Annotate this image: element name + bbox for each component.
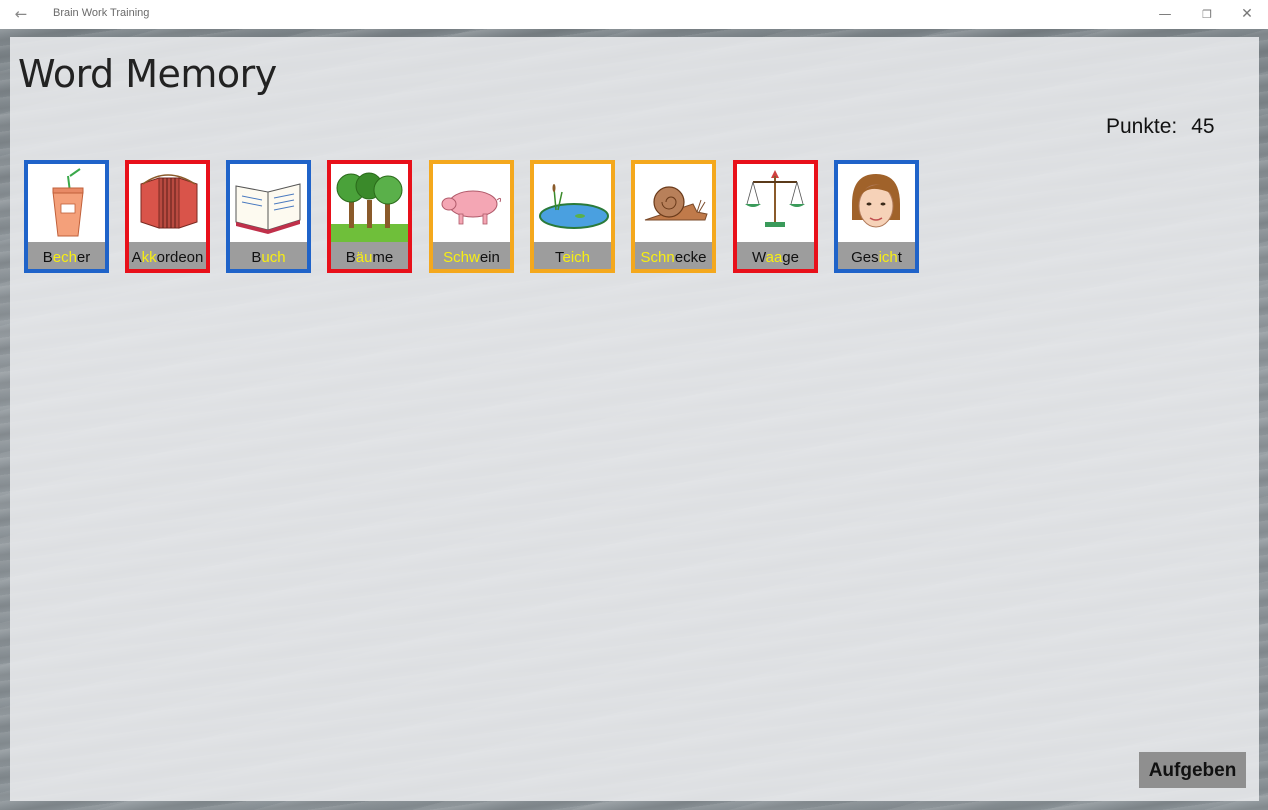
word-card-buch[interactable]: Buch bbox=[226, 160, 311, 273]
word-card-teich[interactable]: Teich bbox=[530, 160, 615, 273]
book-icon bbox=[230, 164, 307, 242]
word-card-akkordeon[interactable]: Akkordeon bbox=[125, 160, 210, 273]
scale-icon bbox=[737, 164, 814, 242]
accordion-icon bbox=[129, 164, 206, 242]
title-bar: ← Brain Work Training — ❐ ✕ bbox=[0, 0, 1268, 29]
score-label: Punkte: bbox=[1106, 115, 1178, 138]
give-up-button[interactable]: Aufgeben bbox=[1139, 752, 1246, 788]
card-label: Becher bbox=[28, 242, 105, 269]
card-label: Schwein bbox=[433, 242, 510, 269]
score-value: 45 bbox=[1191, 115, 1215, 138]
back-arrow-icon[interactable]: ← bbox=[10, 4, 32, 24]
card-label: Teich bbox=[534, 242, 611, 269]
card-label: Bäume bbox=[331, 242, 408, 269]
pond-icon bbox=[534, 164, 611, 242]
word-card-becher[interactable]: Becher bbox=[24, 160, 109, 273]
face-icon bbox=[838, 164, 915, 242]
card-label: Akkordeon bbox=[129, 242, 206, 269]
word-card-gesicht[interactable]: Gesicht bbox=[834, 160, 919, 273]
word-card-waage[interactable]: Waage bbox=[733, 160, 818, 273]
score-display: Punkte: 45 bbox=[1106, 115, 1215, 139]
word-card-baeume[interactable]: Bäume bbox=[327, 160, 412, 273]
card-label: Gesicht bbox=[838, 242, 915, 269]
minimize-icon[interactable]: — bbox=[1142, 0, 1188, 29]
cup-icon bbox=[28, 164, 105, 242]
card-label: Waage bbox=[737, 242, 814, 269]
pig-icon bbox=[433, 164, 510, 242]
content-panel bbox=[10, 37, 1259, 801]
card-label: Buch bbox=[230, 242, 307, 269]
snail-icon bbox=[635, 164, 712, 242]
app-title: Brain Work Training bbox=[53, 7, 150, 19]
page-title: Word Memory bbox=[18, 52, 277, 96]
word-card-schnecke[interactable]: Schnecke bbox=[631, 160, 716, 273]
word-card-schwein[interactable]: Schwein bbox=[429, 160, 514, 273]
card-label: Schnecke bbox=[635, 242, 712, 269]
trees-icon bbox=[331, 164, 408, 242]
close-icon[interactable]: ✕ bbox=[1224, 0, 1268, 29]
